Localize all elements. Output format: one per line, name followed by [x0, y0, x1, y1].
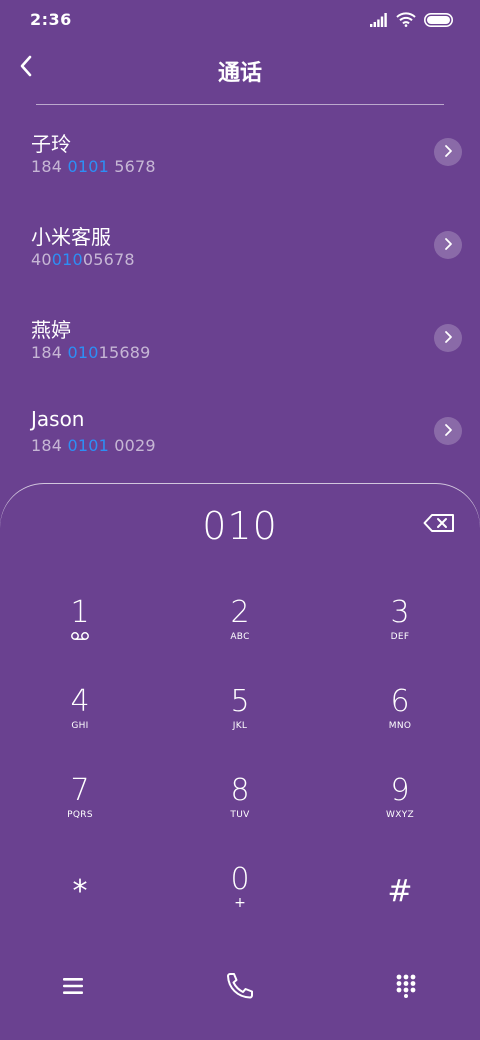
key-2[interactable]: 2 ABC — [160, 584, 320, 673]
key-hash[interactable]: # — [320, 851, 480, 940]
header: 通话 — [0, 40, 480, 104]
page-title: 通话 — [217, 61, 262, 86]
key-letters: DEF — [390, 632, 410, 642]
contact-detail-button[interactable] — [434, 324, 462, 352]
battery-icon — [424, 12, 454, 31]
key-8[interactable]: 8 TUV — [160, 762, 320, 851]
key-digit: 6 — [390, 684, 410, 719]
key-4[interactable]: 4 GHI — [0, 673, 160, 762]
chevron-right-icon — [443, 143, 453, 162]
voicemail-icon — [71, 631, 89, 645]
key-digit: 7 — [70, 773, 90, 808]
call-button[interactable] — [220, 970, 260, 1006]
dialpad-toggle-button[interactable] — [386, 970, 426, 1006]
key-letters: TUV — [230, 810, 250, 820]
header-divider — [36, 104, 444, 105]
status-icons — [370, 11, 454, 31]
chevron-right-icon — [443, 329, 453, 348]
backspace-button[interactable] — [422, 514, 456, 536]
key-7[interactable]: 7 PQRS — [0, 762, 160, 851]
dialed-number-display: 010 — [202, 504, 278, 548]
contact-detail-button[interactable] — [434, 231, 462, 259]
key-1[interactable]: 1 — [0, 584, 160, 673]
menu-button[interactable] — [53, 970, 93, 1006]
wifi-icon — [396, 11, 416, 31]
menu-icon — [63, 978, 83, 998]
signal-icon — [370, 12, 388, 31]
contact-number: 184 0101 0029 — [31, 436, 156, 455]
key-9[interactable]: 9 WXYZ — [320, 762, 480, 851]
contact-number: 184 0101 5678 — [31, 157, 156, 176]
key-3[interactable]: 3 DEF — [320, 584, 480, 673]
dialpad-icon — [396, 974, 416, 1002]
key-6[interactable]: 6 MNO — [320, 673, 480, 762]
number-match-highlight: 010 — [51, 250, 83, 269]
key-digit: 9 — [390, 773, 410, 808]
contact-detail-button[interactable] — [434, 417, 462, 445]
number-prefix: 184 — [31, 343, 68, 362]
dialpad-panel: 010 1 2 ABC 3 DEF 4 GHI 5 JKL 6 MNO 7 PQ… — [0, 484, 480, 1040]
key-letters: WXYZ — [386, 810, 414, 820]
number-suffix: 15689 — [98, 343, 151, 362]
contact-number: 184 01015689 — [31, 343, 150, 362]
contact-result-row[interactable]: Jason 184 0101 0029 — [0, 397, 480, 490]
number-prefix: 184 — [31, 157, 68, 176]
number-suffix: 0029 — [108, 436, 156, 455]
key-letters: PQRS — [67, 810, 93, 820]
bottom-action-bar — [0, 970, 480, 1006]
search-results-list: 子玲 184 0101 5678 小米客服 4001005678 燕婷 184 … — [0, 118, 480, 490]
key-letters: ABC — [230, 632, 250, 642]
status-bar: 2:36 — [0, 0, 480, 40]
contact-result-row[interactable]: 子玲 184 0101 5678 — [0, 118, 480, 211]
number-match-highlight: 0101 — [67, 436, 109, 455]
key-digit: 1 — [70, 595, 90, 630]
key-digit: 8 — [230, 773, 250, 808]
number-match-highlight: 010 — [67, 343, 99, 362]
contact-number: 4001005678 — [31, 250, 135, 269]
contact-name: Jason — [31, 407, 85, 431]
key-digit: 5 — [230, 684, 250, 719]
backspace-icon — [423, 513, 455, 537]
chevron-right-icon — [443, 236, 453, 255]
key-0[interactable]: 0 + — [160, 851, 320, 940]
contact-name: 燕婷 — [31, 318, 71, 342]
key-5[interactable]: 5 JKL — [160, 673, 320, 762]
key-digit: # — [387, 874, 413, 909]
contact-name: 小米客服 — [31, 225, 111, 249]
key-digit: 4 — [70, 684, 90, 719]
key-digit: 2 — [230, 595, 250, 630]
contact-detail-button[interactable] — [434, 138, 462, 166]
number-match-highlight: 0101 — [67, 157, 109, 176]
phone-call-icon — [224, 972, 256, 1004]
chevron-right-icon — [443, 422, 453, 441]
contact-name: 子玲 — [31, 132, 71, 156]
key-digit: 0 — [230, 862, 250, 897]
key-letters: JKL — [232, 721, 248, 731]
number-prefix: 40 — [31, 250, 52, 269]
contact-result-row[interactable]: 小米客服 4001005678 — [0, 211, 480, 304]
status-time: 2:36 — [30, 10, 72, 29]
number-prefix: 184 — [31, 436, 68, 455]
dialpad-keys: 1 2 ABC 3 DEF 4 GHI 5 JKL 6 MNO 7 PQRS 8… — [0, 584, 480, 940]
number-suffix: 05678 — [82, 250, 135, 269]
key-letters: GHI — [71, 721, 89, 731]
number-suffix: 5678 — [108, 157, 156, 176]
key-star[interactable]: * — [0, 851, 160, 940]
key-letters: + — [234, 895, 246, 911]
key-letters: MNO — [388, 721, 412, 731]
contact-result-row[interactable]: 燕婷 184 01015689 — [0, 304, 480, 397]
key-digit: * — [72, 874, 88, 909]
key-digit: 3 — [390, 595, 410, 630]
